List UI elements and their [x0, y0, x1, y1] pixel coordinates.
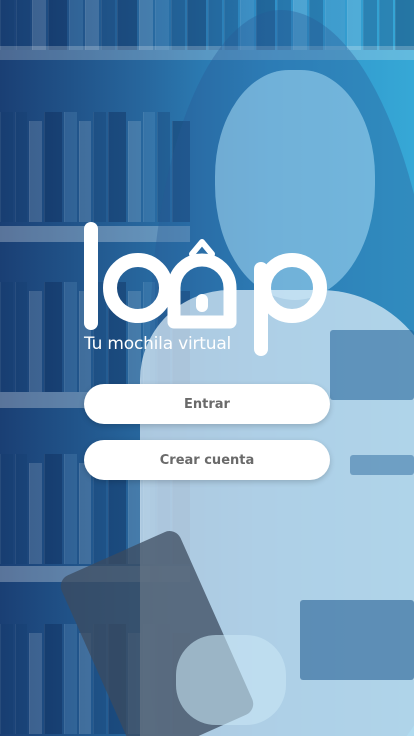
- sweater-pattern: [330, 330, 414, 400]
- person-hand: [176, 635, 286, 725]
- sweater-pattern: [300, 600, 414, 680]
- enter-button[interactable]: Entrar: [84, 384, 330, 424]
- sweater-pattern: [350, 455, 414, 475]
- create-account-button[interactable]: Crear cuenta: [84, 440, 330, 480]
- background-photo: [0, 0, 414, 736]
- app-tagline: Tu mochila virtual: [84, 334, 232, 354]
- bookshelf-row: [0, 0, 414, 50]
- welcome-screen: Tu mochila virtual Entrar Crear cuenta: [0, 0, 414, 736]
